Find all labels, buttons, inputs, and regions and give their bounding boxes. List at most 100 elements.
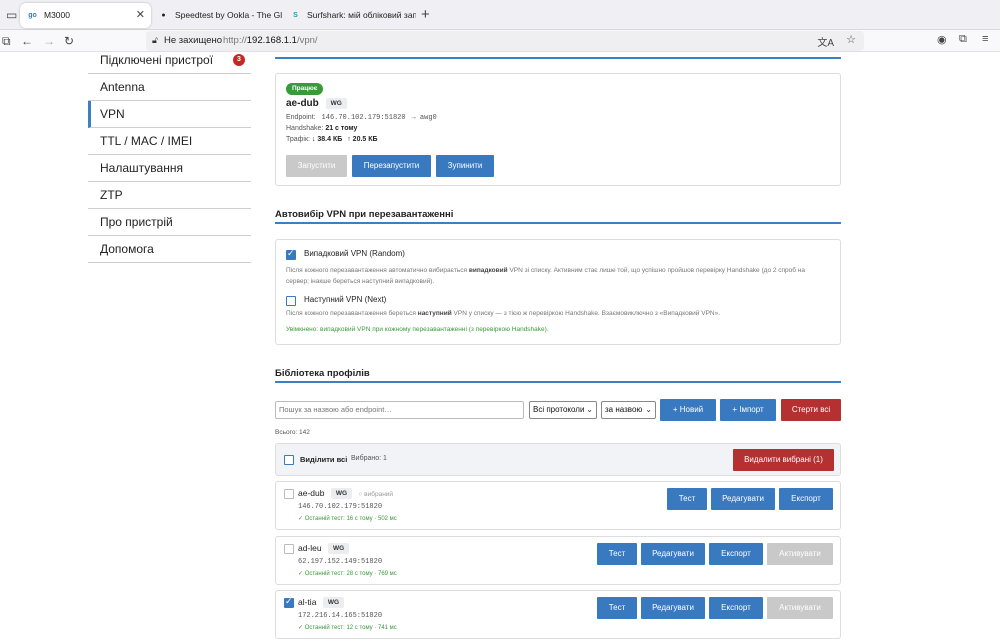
sidebar-item-ztp[interactable]: ZTP [88, 182, 251, 209]
traffic-label: Трафік: [286, 136, 310, 143]
delete-selected-button[interactable]: Видалити вибрані (1) [733, 449, 834, 471]
profile-card: ae-dub WG ○ вибраний 146.70.102.179:5182… [275, 481, 841, 530]
profile-endpoint: 172.216.14.165:51820 [298, 612, 383, 620]
profile-checkbox[interactable] [284, 489, 294, 499]
active-profile-row: ae-dub WG [286, 98, 347, 109]
new-tab-icon[interactable]: + [421, 6, 430, 23]
desc-bold: випадковий [468, 267, 508, 274]
handshake-value: 21 с тому [325, 125, 358, 132]
sidebar-item-connected-devices[interactable]: Підключені пристрої 3 [88, 47, 251, 74]
account-icon[interactable]: ◉ [937, 33, 947, 46]
sidebar-item-vpn[interactable]: VPN [88, 101, 251, 128]
status-badge: Працює [286, 83, 324, 95]
test-button[interactable]: Тест [597, 597, 637, 619]
new-profile-button[interactable]: + Новий [660, 399, 716, 421]
tab-speedtest[interactable]: ● Speedtest by Ookla - The Globa [151, 3, 282, 28]
test-button[interactable]: Тест [667, 488, 707, 510]
endpoint-label: Endpoint: [286, 114, 316, 121]
chevron-down-icon: ⌄ [586, 405, 593, 414]
bulk-select-bar: Виділити всі Вибрано: 1 Видалити вибрані… [275, 443, 841, 476]
close-tab-icon[interactable]: ✕ [136, 3, 145, 28]
desc-text: сервер; інакше береться наступний випадк… [286, 278, 435, 285]
address-bar[interactable]: 🔓︎ Не захищено http://192.168.1.1/vpn/ 文… [146, 31, 864, 51]
next-vpn-label[interactable]: Наступний VPN (Next) [304, 295, 386, 304]
endpoint-row: Endpoint: 146.70.102.179:51820 → awg0 [286, 114, 437, 122]
extensions-icon[interactable]: ⧉ [959, 33, 967, 46]
random-vpn-checkbox[interactable] [286, 248, 296, 260]
desc-bold: наступний [417, 310, 452, 317]
select-all-label[interactable]: Виділити всі [300, 455, 347, 464]
sidebar-item-settings[interactable]: Налаштування [88, 155, 251, 182]
bookmark-star-icon[interactable]: ☆ [846, 33, 856, 46]
library-title: Бібліотека профілів [275, 368, 370, 379]
reload-icon[interactable]: ↻ [64, 33, 74, 49]
sidebar-item-label: VPN [100, 107, 125, 121]
profile-last-test: ✓ Останній тест: 12 с тому · 741 мс [298, 625, 397, 631]
selected-count: Вибрано: 1 [351, 455, 387, 462]
profile-name: ad-leu [298, 543, 322, 553]
traffic-row: Трафік: ↓ 38.4 КБ ↑ 20.5 КБ [286, 136, 378, 143]
activate-button[interactable]: Активувати [767, 543, 833, 565]
select-all-checkbox[interactable] [284, 455, 294, 465]
tab-label: Surfshark: мій обліковий запис [307, 10, 416, 20]
not-secure-label[interactable]: Не захищено [164, 35, 222, 46]
devices-count-badge: 3 [233, 54, 245, 66]
edit-button[interactable]: Редагувати [641, 597, 705, 619]
tab-surfshark[interactable]: S Surfshark: мій обліковий запис [283, 3, 416, 28]
sidebar-item-help[interactable]: Допомога [88, 236, 251, 263]
total-count: Всього: 142 [275, 429, 310, 436]
container-icon[interactable]: ⧉ [2, 33, 11, 49]
sidebar-item-antenna[interactable]: Antenna [88, 74, 251, 101]
profile-search-input[interactable]: Пошук за назвою або endpoint… [275, 401, 524, 419]
forward-icon[interactable]: → [43, 33, 55, 49]
activate-button[interactable]: Активувати [767, 597, 833, 619]
sidebar-nav: Підключені пристрої 3 Antenna VPN TTL / … [88, 47, 251, 263]
export-button[interactable]: Експорт [709, 543, 763, 565]
edit-button[interactable]: Редагувати [641, 543, 705, 565]
export-button[interactable]: Експорт [709, 597, 763, 619]
sidebar-item-label: TTL / MAC / IMEI [100, 134, 193, 148]
tab-label: M3000 [44, 10, 70, 20]
profile-header: al-tia WG [298, 597, 345, 609]
profile-card: ad-leu WG 62.197.152.149:51820 ✓ Останні… [275, 536, 841, 585]
profile-last-test: ✓ Останній тест: 16 с тому · 502 мс [298, 516, 397, 522]
profile-header: ad-leu WG [298, 543, 350, 555]
sidebar-item-label: Підключені пристрої [100, 53, 214, 67]
sidebar-item-about[interactable]: Про пристрій [88, 209, 251, 236]
edit-button[interactable]: Редагувати [711, 488, 775, 510]
random-vpn-label[interactable]: Випадковий VPN (Random) [304, 249, 405, 258]
profile-checkbox[interactable] [284, 596, 294, 608]
profile-card: al-tia WG 172.216.14.165:51820 ✓ Останні… [275, 590, 841, 639]
sidebar-item-ttl-mac-imei[interactable]: TTL / MAC / IMEI [88, 128, 251, 155]
profile-checkbox[interactable] [284, 544, 294, 554]
active-profile-name: ae-dub [286, 98, 319, 110]
test-button[interactable]: Тест [597, 543, 637, 565]
protocol-filter-select[interactable]: Всі протоколи ⌄ [529, 401, 597, 419]
interface-value: → awg0 [411, 114, 437, 122]
clear-all-button[interactable]: Стерти всі [781, 399, 841, 421]
protocol-badge: WG [325, 98, 347, 109]
menu-icon[interactable]: ≡ [982, 33, 988, 45]
start-button[interactable]: Запустити [286, 155, 347, 177]
stop-button[interactable]: Зупинити [436, 155, 494, 177]
export-button[interactable]: Експорт [779, 488, 833, 510]
restart-button[interactable]: Перезапустити [352, 155, 431, 177]
selected-tag: ○ вибраний [358, 491, 394, 498]
url-text[interactable]: http://192.168.1.1/vpn/ [223, 35, 318, 46]
sort-select[interactable]: за назвою ⌄ [601, 401, 656, 419]
back-icon[interactable]: ← [21, 33, 33, 49]
rx-value: ↓ 38.4 КБ [311, 136, 343, 143]
tab-m3000[interactable]: go M3000 ✕ [20, 3, 151, 28]
sidebar-item-label: Налаштування [100, 161, 183, 175]
desc-text: VPN зі списку. Активним стає лише той, щ… [507, 267, 806, 274]
protocol-badge: WG [322, 597, 345, 609]
next-vpn-checkbox[interactable] [286, 296, 296, 306]
profile-endpoint: 62.197.152.149:51820 [298, 558, 383, 566]
profile-name: ae-dub [298, 488, 325, 498]
translate-icon[interactable]: 文A [817, 34, 834, 49]
import-button[interactable]: + Імпорт [720, 399, 776, 421]
autoselect-status-note: Увімкнено: випадковий VPN при кожному пе… [286, 326, 549, 333]
insecure-lock-icon[interactable]: 🔓︎ [152, 35, 158, 46]
select-value: за назвою [605, 405, 643, 414]
sidebar-toggle-icon[interactable]: ▭ [6, 8, 20, 22]
